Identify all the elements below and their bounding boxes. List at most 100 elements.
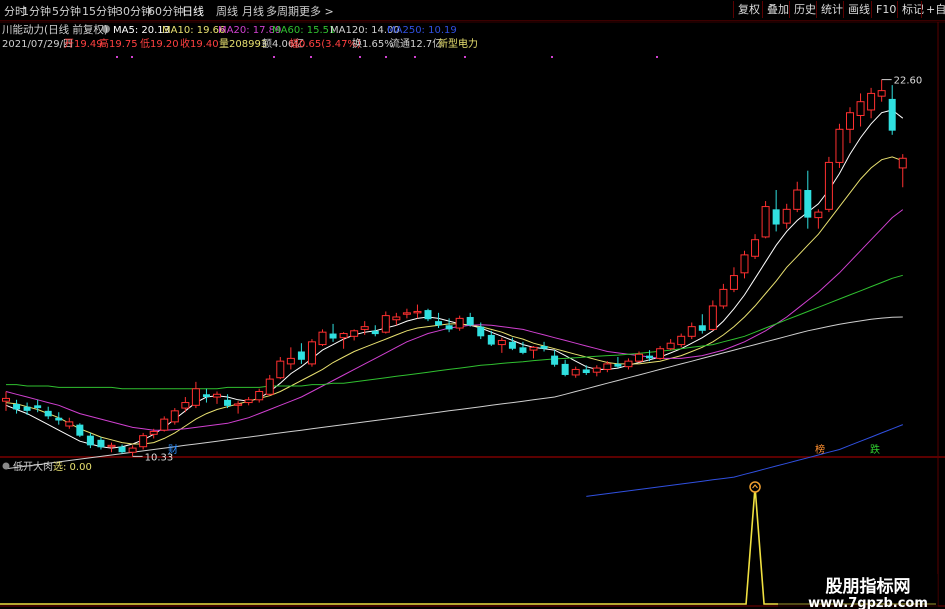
candle	[666, 339, 675, 351]
candle-body	[551, 355, 559, 365]
candle-body	[793, 189, 802, 210]
candle-body	[740, 254, 749, 274]
candle	[244, 397, 253, 406]
candle	[297, 343, 305, 364]
event-dot	[359, 56, 361, 58]
quote-field: 高19.75	[99, 37, 138, 50]
candle-body	[424, 310, 432, 320]
candle-body	[181, 402, 190, 409]
watermark-title: 股朋指标网	[826, 576, 911, 597]
candle	[455, 315, 464, 331]
event-dot	[385, 56, 387, 58]
candle-body	[635, 353, 643, 362]
quote-field: 流通12.7亿	[390, 37, 442, 50]
candle-body	[824, 161, 833, 210]
candle	[350, 329, 359, 341]
candle-body	[329, 333, 337, 339]
candle	[814, 209, 823, 229]
candle	[782, 203, 791, 229]
candle-body	[698, 325, 706, 331]
candle-body	[13, 403, 21, 410]
candle	[160, 416, 169, 432]
candle	[761, 201, 770, 239]
candle-body	[445, 325, 453, 330]
candle-body	[867, 92, 876, 111]
event-marker: 榜	[815, 443, 825, 456]
candle-body	[751, 239, 760, 257]
candle-body	[413, 310, 422, 314]
ma-line-ma10	[5, 156, 903, 445]
candle	[582, 365, 590, 375]
candle-body	[118, 446, 126, 453]
candle-body	[592, 367, 601, 373]
candle-body	[729, 275, 738, 290]
candle-body	[571, 368, 580, 376]
candle-body	[307, 341, 316, 365]
candle-body	[540, 345, 548, 349]
quote-field: 换1.65%	[352, 37, 394, 50]
ma-line-ma250	[586, 424, 903, 497]
candle-body	[265, 378, 274, 395]
candle	[392, 312, 401, 326]
event-marker: 跌	[870, 443, 880, 456]
candle-body	[455, 317, 464, 329]
candle	[687, 322, 696, 340]
event-marker: 财	[168, 443, 178, 456]
candle-body	[286, 357, 295, 365]
candle	[413, 304, 422, 319]
candle-body	[519, 347, 527, 353]
ma-label: MA250: 10.19	[387, 25, 457, 36]
candle	[55, 412, 63, 425]
indicator-settings-icon	[2, 462, 10, 470]
candle	[128, 445, 137, 457]
candle-body	[497, 339, 506, 346]
candle-body	[160, 418, 169, 431]
candle	[729, 267, 738, 293]
candle-body	[814, 211, 823, 219]
candle-body	[139, 435, 148, 448]
indicator-title: 低开大肉	[13, 460, 53, 473]
candle	[751, 234, 760, 260]
ma-line-ma60	[6, 274, 903, 390]
candle-body	[846, 112, 854, 130]
candle-body	[170, 410, 179, 423]
candle	[497, 337, 506, 353]
candle-body	[624, 360, 633, 368]
candle-body	[191, 388, 200, 406]
candle-body	[350, 330, 359, 337]
candle	[624, 358, 633, 370]
candle	[677, 333, 686, 348]
indicator-value: 选: 0.00	[53, 460, 92, 473]
candle-body	[708, 305, 717, 330]
candle-body	[276, 360, 285, 379]
candle	[265, 374, 274, 396]
candle	[371, 325, 379, 337]
candle-body	[856, 101, 865, 116]
candle	[13, 399, 21, 414]
candle-body	[804, 190, 812, 218]
kline-chart: 川能动力(日线 前复权) MA5: 20.13MA10: 19.66MA20: 1…	[0, 21, 945, 609]
candle	[318, 329, 327, 346]
event-dot	[464, 56, 466, 58]
candle-body	[582, 369, 590, 374]
ma-label: MA60: 15.51	[272, 25, 335, 36]
candle-body	[234, 403, 243, 406]
candle	[86, 432, 94, 449]
candle-body	[202, 394, 210, 398]
quote-field: 开19.49	[64, 39, 103, 50]
candle	[856, 93, 865, 127]
candle	[540, 341, 548, 352]
candle	[708, 300, 717, 331]
candle-body	[477, 326, 485, 337]
candle-body	[656, 348, 665, 359]
candle-body	[149, 431, 158, 435]
event-dot	[414, 56, 416, 58]
candle-body	[782, 208, 791, 224]
candle	[466, 312, 474, 327]
candle-body	[466, 316, 474, 326]
candle-body	[402, 312, 411, 315]
candle	[571, 366, 580, 378]
candle-body	[666, 342, 675, 350]
candle-body	[719, 288, 728, 307]
candle-body	[614, 363, 622, 367]
